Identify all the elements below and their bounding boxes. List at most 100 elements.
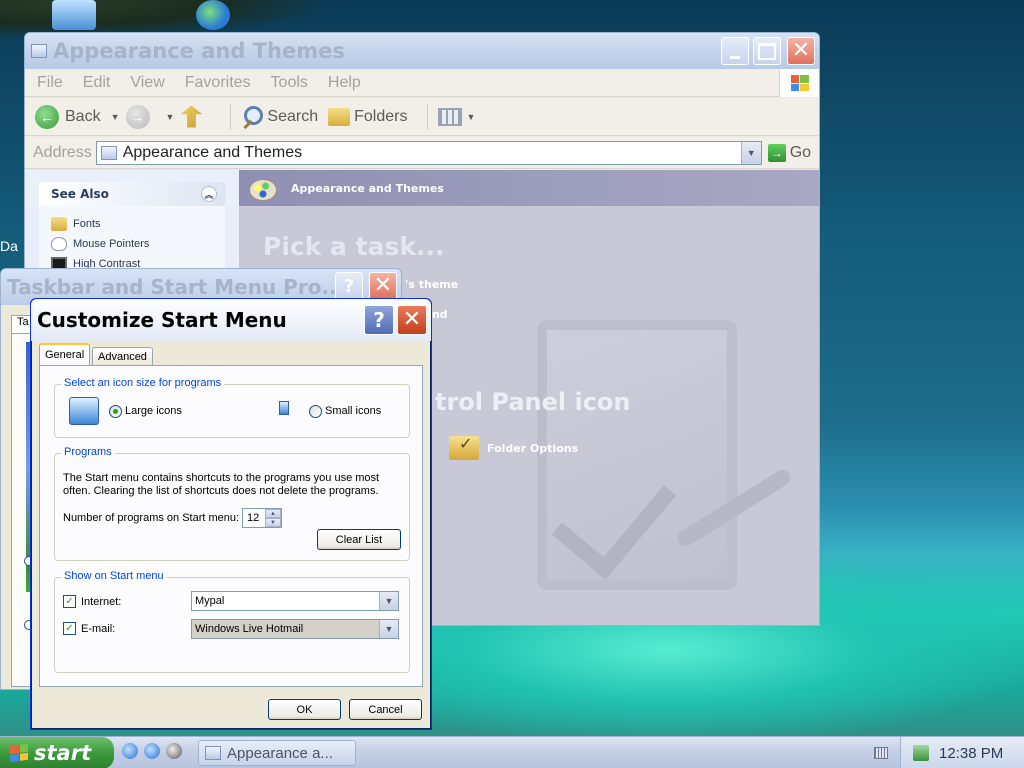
show-on-start-menu-legend: Show on Start menu — [61, 570, 167, 582]
taskbar-properties-title: Taskbar and Start Menu Pro... — [7, 275, 337, 299]
menu-bar: File Edit View Favorites Tools Help — [25, 69, 819, 97]
clear-list-button[interactable]: Clear List — [317, 529, 401, 550]
folders-label: Folders — [354, 107, 408, 125]
address-bar: Address Appearance and Themes ▼ → Go — [25, 137, 819, 169]
menu-tools[interactable]: Tools — [271, 74, 308, 92]
help-button[interactable]: ? — [335, 272, 363, 300]
internet-select[interactable]: Mypal ▼ — [191, 591, 399, 611]
see-also-mouse-pointers[interactable]: Mouse Pointers — [51, 234, 213, 254]
keyboard-icon[interactable] — [874, 747, 888, 759]
start-label: start — [34, 741, 92, 765]
internet-checkbox[interactable]: ✓ — [63, 595, 76, 608]
email-label: E-mail: — [81, 623, 116, 635]
internet-value: Mypal — [195, 595, 225, 607]
icon-size-group: Select an icon size for programs Large i… — [54, 377, 410, 438]
large-icons-label[interactable]: Large icons — [125, 405, 182, 417]
menu-favorites[interactable]: Favorites — [185, 74, 251, 92]
explorer-titlebar[interactable]: Appearance and Themes ✕ — [25, 33, 819, 69]
minimize-button[interactable] — [721, 37, 749, 65]
close-button[interactable]: ✕ — [369, 272, 397, 300]
go-arrow-icon: → — [767, 143, 786, 162]
back-button[interactable]: ← Back — [35, 104, 101, 129]
clock[interactable]: 12:38 PM — [939, 745, 1003, 762]
programs-group: Programs The Start menu contains shortcu… — [54, 446, 410, 561]
menu-view[interactable]: View — [130, 74, 164, 92]
help-button[interactable]: ? — [364, 305, 394, 335]
small-icons-radio[interactable] — [309, 405, 322, 418]
programs-legend: Programs — [61, 446, 115, 458]
see-also-label: Mouse Pointers — [73, 238, 150, 250]
search-button[interactable]: Search — [241, 105, 319, 128]
pick-task-heading: Pick a task... — [263, 232, 445, 261]
see-also-label: Fonts — [73, 218, 101, 230]
folder-options-icon — [449, 434, 479, 460]
back-dropdown-icon[interactable]: ▼ — [111, 112, 120, 122]
address-input[interactable]: Appearance and Themes ▼ — [95, 140, 762, 165]
programs-count-label: Number of programs on Start menu: — [63, 512, 240, 524]
tab-general[interactable]: General — [39, 343, 91, 365]
taskbar-button-appearance[interactable]: Appearance a... — [198, 740, 356, 766]
see-also-fonts[interactable]: Fonts — [51, 214, 213, 234]
collapse-icon[interactable]: ︽ — [201, 186, 217, 202]
windows-flag-icon — [10, 743, 28, 763]
menu-file[interactable]: File — [37, 74, 63, 92]
forward-dropdown-icon[interactable]: ▼ — [166, 112, 175, 122]
views-button[interactable]: ▼ — [438, 107, 481, 126]
folders-icon — [328, 107, 351, 126]
task-link-theme[interactable]: 's theme — [405, 278, 458, 291]
desktop-computer-icon[interactable] — [52, 0, 96, 30]
email-value: Windows Live Hotmail — [195, 623, 304, 635]
stepper-up-icon[interactable]: ▲ — [265, 509, 281, 518]
programs-count-stepper[interactable]: 12 ▲ ▼ — [242, 508, 282, 528]
paint-palette-icon — [249, 175, 279, 201]
desktop-icon-label[interactable]: Da — [0, 238, 18, 254]
email-checkbox[interactable]: ✓ — [63, 622, 76, 635]
show-on-start-menu-group: Show on Start menu ✓ Internet: Mypal ▼ ✓… — [54, 570, 410, 673]
see-also-header[interactable]: See Also ︽ — [39, 182, 225, 206]
control-panel-icon — [205, 746, 221, 760]
small-icons-label[interactable]: Small icons — [325, 405, 381, 417]
icon-size-legend: Select an icon size for programs — [61, 377, 225, 389]
start-button[interactable]: start — [0, 737, 114, 768]
menu-help[interactable]: Help — [328, 74, 361, 92]
category-title: Appearance and Themes — [291, 181, 444, 195]
email-select[interactable]: Windows Live Hotmail ▼ — [191, 619, 399, 639]
cancel-button[interactable]: Cancel — [349, 699, 422, 720]
tab-advanced[interactable]: Advanced — [92, 347, 153, 365]
forward-button[interactable]: → — [125, 104, 156, 129]
customize-titlebar[interactable]: Customize Start Menu ? ✕ — [31, 299, 431, 341]
go-button[interactable]: → Go — [767, 143, 811, 162]
media-player-icon[interactable] — [166, 743, 182, 759]
maximize-button[interactable] — [753, 37, 781, 65]
chevron-down-icon[interactable]: ▼ — [379, 620, 398, 638]
menu-edit[interactable]: Edit — [83, 74, 111, 92]
mouse-icon — [51, 237, 67, 251]
address-label: Address — [33, 143, 92, 161]
stepper-down-icon[interactable]: ▼ — [265, 518, 281, 527]
search-icon — [241, 105, 264, 128]
chevron-down-icon[interactable]: ▼ — [379, 592, 398, 610]
close-button[interactable]: ✕ — [397, 305, 427, 335]
windows-logo — [779, 69, 819, 97]
address-dropdown-icon[interactable]: ▼ — [740, 141, 761, 164]
control-panel-icon — [31, 44, 47, 58]
category-banner: Appearance and Themes — [239, 170, 819, 206]
stepper-buttons: ▲ ▼ — [265, 509, 281, 527]
search-label: Search — [267, 107, 319, 125]
desktop-network-icon[interactable] — [196, 0, 230, 30]
tray-network-icon[interactable] — [913, 745, 929, 761]
address-value: Appearance and Themes — [122, 143, 303, 161]
large-icons-radio[interactable] — [109, 405, 122, 418]
back-arrow-icon: ← — [35, 104, 59, 129]
help-icon: ? — [373, 308, 385, 332]
control-panel-icon-heading: trol Panel icon — [435, 388, 631, 416]
customize-start-menu-dialog: Customize Start Menu ? ✕ General Advance… — [30, 298, 432, 730]
system-tray: 12:38 PM — [900, 737, 1024, 768]
folders-button[interactable]: Folders — [328, 107, 408, 126]
folder-options-link[interactable]: Folder Options — [449, 434, 578, 460]
browser-icon[interactable] — [144, 743, 160, 759]
close-button[interactable]: ✕ — [787, 37, 815, 65]
ie-icon[interactable] — [122, 743, 138, 759]
up-button[interactable] — [180, 105, 210, 128]
ok-button[interactable]: OK — [268, 699, 341, 720]
